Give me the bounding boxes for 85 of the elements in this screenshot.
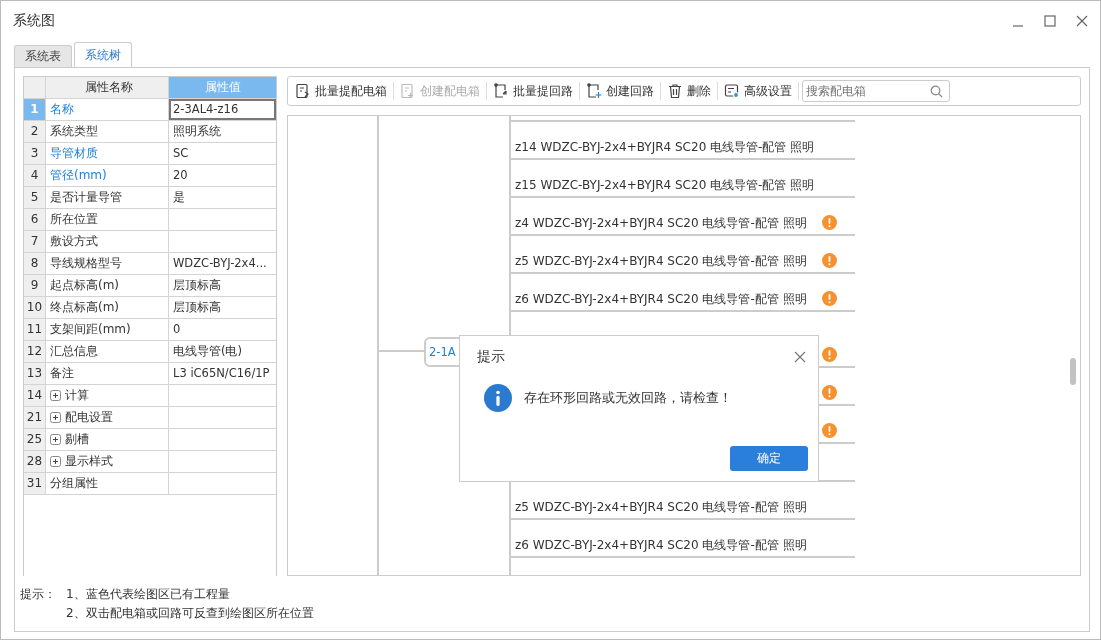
window-title: 系统图 xyxy=(13,12,55,30)
row-index[interactable]: 12 xyxy=(24,341,46,362)
row-index[interactable]: 14 xyxy=(24,385,46,406)
row-index[interactable]: 6 xyxy=(24,209,46,230)
property-name: 剔槽 xyxy=(65,431,89,448)
row-index[interactable]: 13 xyxy=(24,363,46,384)
toolbar-button[interactable]: 批量提配电箱 xyxy=(292,82,390,100)
property-name: 分组属性 xyxy=(46,473,169,494)
document-icon xyxy=(400,83,416,99)
property-value[interactable]: 层顶标高 xyxy=(169,275,276,296)
row-index[interactable]: 3 xyxy=(24,143,46,164)
property-name: 备注 xyxy=(46,363,169,384)
property-name: 所在位置 xyxy=(46,209,169,230)
circuit-row[interactable]: z15 WDZC-BYJ-2x4+BYJR4 SC20 电线导管-配管 照明 xyxy=(511,160,855,198)
property-value[interactable]: 电线导管(电) xyxy=(169,341,276,362)
row-index[interactable]: 11 xyxy=(24,319,46,340)
property-name: 导线规格型号 xyxy=(46,253,169,274)
property-name: 管径(mm) xyxy=(46,165,169,186)
row-index[interactable]: 9 xyxy=(24,275,46,296)
trash-icon xyxy=(667,83,683,99)
property-value[interactable]: 2-3AL4-z16 xyxy=(169,99,276,120)
settings-icon xyxy=(724,83,740,99)
toolbar-button[interactable]: 创建回路 xyxy=(583,82,657,100)
expand-icon[interactable] xyxy=(50,456,61,467)
property-value[interactable]: 是 xyxy=(169,187,276,208)
property-name: 名称 xyxy=(46,99,169,120)
search-icon[interactable] xyxy=(930,85,943,98)
scrollbar-thumb[interactable] xyxy=(1070,358,1076,385)
row-index[interactable]: 31 xyxy=(24,473,46,494)
row-index[interactable]: 8 xyxy=(24,253,46,274)
row-index[interactable]: 7 xyxy=(24,231,46,252)
close-icon[interactable] xyxy=(794,351,806,363)
property-value[interactable]: WDZC-BYJ-2x4... xyxy=(169,253,276,274)
row-index[interactable]: 2 xyxy=(24,121,46,142)
property-name: 敷设方式 xyxy=(46,231,169,252)
circuit-icon xyxy=(493,83,509,99)
property-value[interactable]: 照明系统 xyxy=(169,121,276,142)
circuit-row[interactable]: z5 WDZC-BYJ-2x4+BYJR4 SC20 电线导管-配管 照明 xyxy=(511,236,855,274)
circuit-row[interactable]: z4 WDZC-BYJ-2x4+BYJR4 SC20 电线导管-配管 照明 xyxy=(511,198,855,236)
property-value[interactable]: 0 xyxy=(169,319,276,340)
row-index[interactable]: 21 xyxy=(24,407,46,428)
document-icon xyxy=(295,83,311,99)
toolbar-button[interactable]: 批量提回路 xyxy=(490,82,576,100)
info-icon xyxy=(484,384,512,412)
property-name: 系统类型 xyxy=(46,121,169,142)
property-name: 是否计量导管 xyxy=(46,187,169,208)
search-field[interactable]: 搜索配电箱 xyxy=(802,80,950,102)
ok-button[interactable]: 确定 xyxy=(730,446,808,471)
expand-icon[interactable] xyxy=(50,390,61,401)
circuit-row[interactable]: z14 WDZC-BYJ-2x4+BYJR4 SC20 电线导管-配管 照明 xyxy=(511,122,855,160)
tab[interactable]: 系统表 xyxy=(14,45,72,67)
property-value[interactable]: 层顶标高 xyxy=(169,297,276,318)
circuit-row[interactable]: z6 WDZC-BYJ-2x4+BYJR4 SC20 电线导管-配管 照明 xyxy=(511,274,855,312)
expand-icon[interactable] xyxy=(50,412,61,423)
property-name: 支架间距(mm) xyxy=(46,319,169,340)
column-header: 属性值 xyxy=(169,77,276,98)
row-index[interactable]: 10 xyxy=(24,297,46,318)
property-name: 起点标高(m) xyxy=(46,275,169,296)
hint-text: 1、蓝色代表绘图区已有工程量 xyxy=(66,586,231,603)
property-name: 显示样式 xyxy=(65,453,113,470)
row-index[interactable]: 28 xyxy=(24,451,46,472)
row-index[interactable]: 5 xyxy=(24,187,46,208)
property-name: 配电设置 xyxy=(65,409,113,426)
row-index[interactable]: 4 xyxy=(24,165,46,186)
row-index[interactable]: 25 xyxy=(24,429,46,450)
toolbar-button[interactable]: 删除 xyxy=(664,82,714,100)
hint-label: 提示： xyxy=(20,586,56,603)
column-header: 属性名称 xyxy=(46,77,169,98)
maximize-icon[interactable] xyxy=(1044,15,1056,27)
property-name: 终点标高(m) xyxy=(46,297,169,318)
property-name: 计算 xyxy=(65,387,89,404)
dialog-message: 存在环形回路或无效回路，请检查！ xyxy=(524,389,732,407)
hint-text: 2、双击配电箱或回路可反查到绘图区所在位置 xyxy=(66,605,314,622)
property-name: 汇总信息 xyxy=(46,341,169,362)
close-icon[interactable] xyxy=(1076,15,1088,27)
property-name: 导管材质 xyxy=(46,143,169,164)
tab[interactable]: 系统树 xyxy=(74,42,132,67)
expand-icon[interactable] xyxy=(50,434,61,445)
property-value[interactable]: 20 xyxy=(169,165,276,186)
dialog-title: 提示 xyxy=(477,348,505,366)
property-value[interactable]: SC xyxy=(169,143,276,164)
circuit-icon xyxy=(586,83,602,99)
property-value[interactable]: L3 iC65N/C16/1P xyxy=(169,363,276,384)
circuit-row[interactable]: z6 WDZC-BYJ-2x4+BYJR4 SC20 电线导管-配管 照明 xyxy=(511,520,855,558)
toolbar-button[interactable]: 高级设置 xyxy=(721,82,795,100)
